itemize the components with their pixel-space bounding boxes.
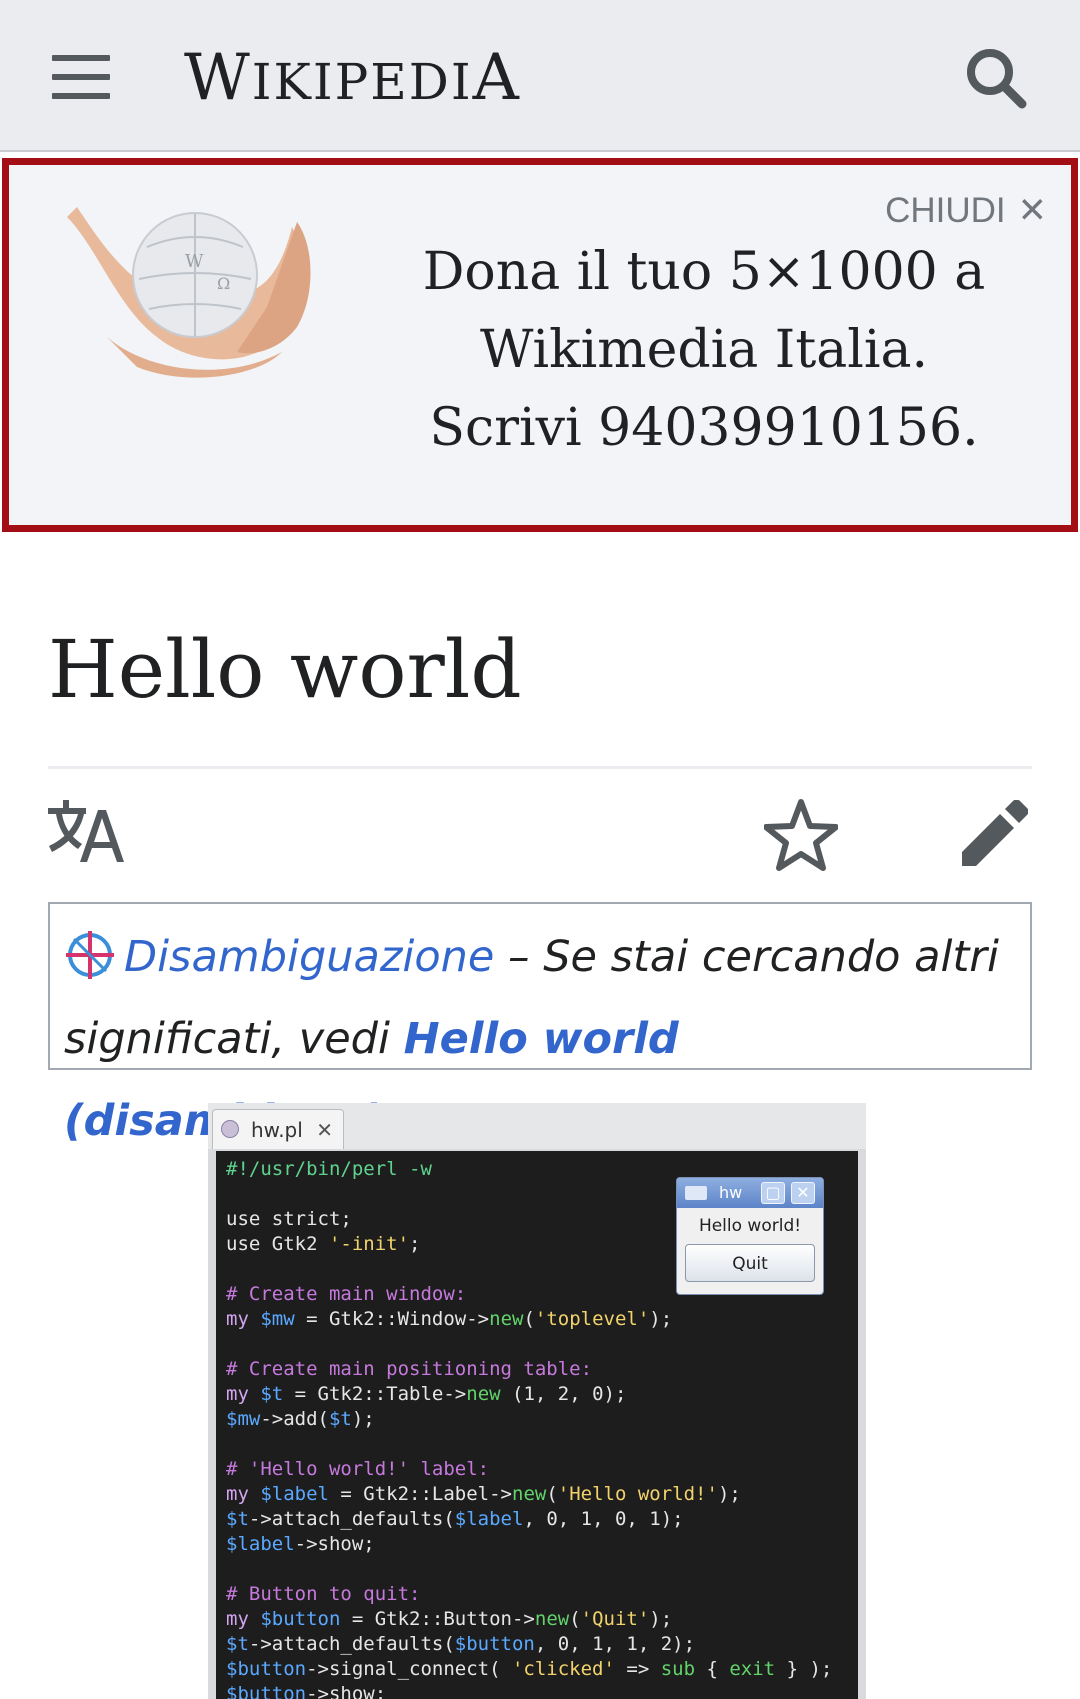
close-icon: ✕ [1017, 191, 1047, 230]
editor-tab: hw.pl ✕ [212, 1109, 344, 1149]
wikipedia-wordmark[interactable]: WIKIPEDIA [184, 34, 521, 126]
edit-pencil-icon[interactable] [958, 800, 1028, 870]
svg-text:W: W [185, 251, 204, 272]
code-line: my $mw = Gtk2::Window->new('toplevel'); [226, 1308, 673, 1330]
search-icon[interactable] [962, 44, 1030, 112]
title-divider [48, 766, 1032, 769]
banner-message[interactable]: Dona il tuo 5×1000 a Wikimedia Italia. S… [359, 233, 1049, 467]
code-line: my $t = Gtk2::Table->new (1, 2, 0); [226, 1383, 627, 1405]
gtk-label: Hello world! [698, 1216, 802, 1236]
disambiguation-hatnote: Disambiguazione – Se stai cercando altri… [48, 902, 1032, 1146]
code-line: $label->show; [226, 1533, 375, 1555]
svg-text:Ω: Ω [217, 274, 230, 293]
code-line: my $label = Gtk2::Label->new('Hello worl… [226, 1483, 741, 1505]
window-close-icon: ✕ [791, 1182, 815, 1204]
code-line: $t->attach_defaults($label, 0, 1, 0, 1); [226, 1508, 684, 1530]
gtk-hello-window: hw ▢ ✕ Hello world! Quit [676, 1177, 824, 1295]
banner-line: Wikimedia Italia. [479, 320, 929, 380]
close-banner-button[interactable]: CHIUDI ✕ [885, 191, 1047, 231]
code-line: my $button = Gtk2::Button->new('Quit'); [226, 1608, 673, 1630]
code-line: $t->attach_defaults($button, 0, 1, 1, 2)… [226, 1633, 696, 1655]
code-screenshot-image[interactable]: hw.pl ✕ #!/usr/bin/perl -w use strict; use… [208, 1103, 866, 1699]
code-line: $button->show; [226, 1683, 387, 1699]
code-line: # Button to quit: [226, 1583, 421, 1605]
code-line: # 'Hello world!' label: [226, 1458, 490, 1480]
menu-icon[interactable] [52, 55, 110, 99]
top-header: WIKIPEDIA [0, 0, 1080, 152]
editor-tabbar: hw.pl ✕ [208, 1103, 866, 1149]
disambiguation-link[interactable]: Disambiguazione [124, 932, 494, 982]
close-label: CHIUDI [885, 191, 1006, 230]
wikipedia-globe-hands-image: W Ω [67, 207, 311, 378]
disambiguation-icon [66, 931, 114, 979]
editor-tab-label: hw.pl [251, 1118, 303, 1142]
banner-line: Scrivi 94039910156. [429, 398, 979, 458]
maximize-icon: ▢ [761, 1182, 785, 1204]
file-icon [221, 1120, 239, 1138]
code-line: # Create main positioning table: [226, 1358, 593, 1380]
window-menu-icon [685, 1186, 707, 1200]
code-line: $mw->add($t); [226, 1408, 375, 1430]
star-icon[interactable] [764, 798, 838, 872]
language-icon[interactable] [48, 800, 124, 866]
gtk-titlebar: hw ▢ ✕ [677, 1178, 823, 1208]
gtk-quit-button: Quit [685, 1244, 815, 1282]
code-line: $button->signal_connect( 'clicked' => su… [226, 1658, 833, 1680]
banner-line: Dona il tuo 5×1000 a [422, 242, 986, 302]
donation-banner: W Ω CHIUDI ✕ Dona il tuo 5×1000 a Wikime… [2, 158, 1078, 532]
tab-close-icon: ✕ [316, 1118, 333, 1142]
page-title: Hello world [48, 623, 522, 716]
gtk-title: hw [719, 1183, 743, 1202]
